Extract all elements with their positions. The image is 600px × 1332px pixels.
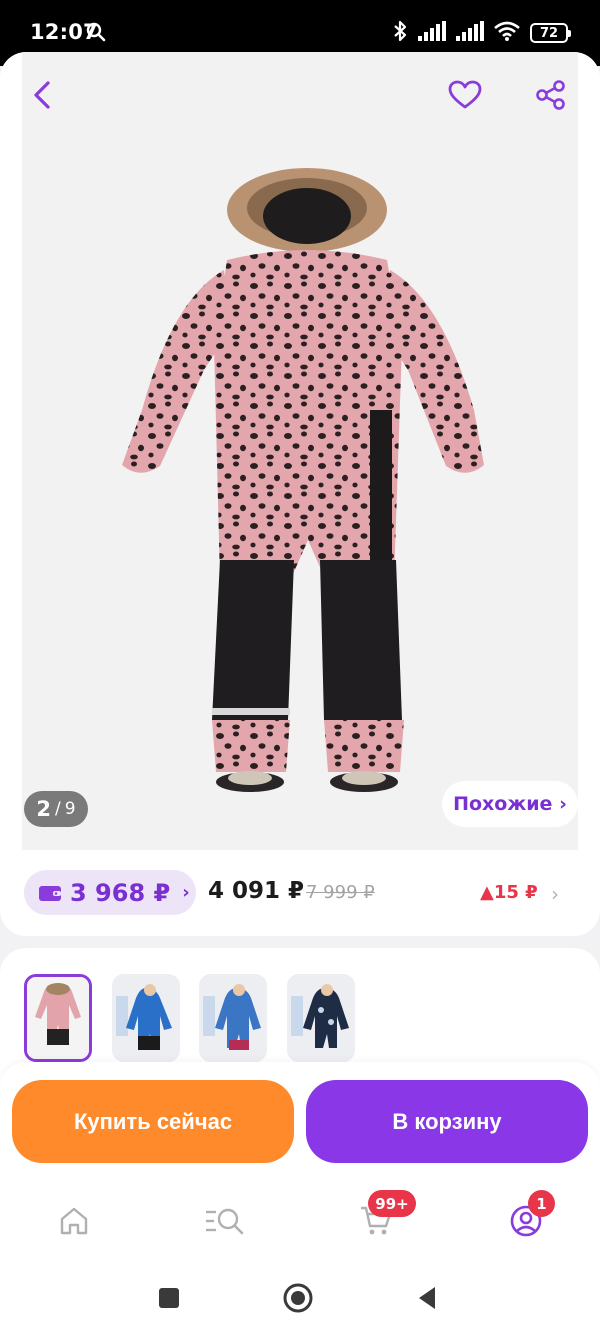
triangle-back-icon xyxy=(419,1287,435,1309)
battery-icon: 72 xyxy=(530,23,571,43)
page-current: 2 xyxy=(36,797,52,821)
image-page-indicator: 2 / 9 xyxy=(24,791,88,827)
back-system-button[interactable] xyxy=(404,1280,450,1316)
price-details-chevron-icon[interactable]: › xyxy=(551,882,559,906)
page-separator: / xyxy=(55,799,61,819)
profile-badge: 1 xyxy=(528,1190,555,1217)
signal-icon xyxy=(418,21,446,45)
thumbnail-1[interactable] xyxy=(24,974,92,1062)
home-system-button[interactable] xyxy=(275,1280,321,1316)
action-area: Купить сейчас В корзину xyxy=(0,1062,600,1184)
share-icon xyxy=(536,80,565,110)
similar-products-button[interactable]: Похожие › xyxy=(442,781,578,827)
home-icon xyxy=(60,1207,88,1235)
signal-icon-2 xyxy=(456,21,484,45)
price-row: 3 968 ₽ › 4 091 ₽ 7 999 ₽ ▲15 ₽ › xyxy=(0,870,600,916)
top-bar xyxy=(0,52,600,138)
wifi-icon xyxy=(494,21,520,45)
back-button[interactable] xyxy=(20,72,66,118)
page-total: 9 xyxy=(64,799,76,819)
old-price: 7 999 ₽ xyxy=(306,882,375,903)
heart-icon xyxy=(448,80,482,109)
thumbnail-4-image xyxy=(287,974,355,1062)
product-photo xyxy=(122,168,484,792)
thumbnail-2[interactable] xyxy=(112,974,180,1062)
tab-profile[interactable]: 1 xyxy=(496,1190,556,1246)
thumbnail-3[interactable] xyxy=(199,974,267,1062)
cart-badge: 99+ xyxy=(368,1190,416,1217)
product-card: 2 / 9 Похожие › xyxy=(0,52,600,936)
status-icons: 72 xyxy=(392,19,571,47)
thumbnail-4[interactable] xyxy=(287,974,355,1062)
screen: 12:07 72 2 / 9 Похожие › 3 968 ₽ › 4 091… xyxy=(0,0,600,1332)
regular-price: 4 091 ₽ xyxy=(208,878,305,904)
thumbnail-3-image xyxy=(199,974,267,1062)
wallet-chevron-icon: › xyxy=(182,882,190,903)
wallet-price-button[interactable]: 3 968 ₽ › xyxy=(24,870,196,915)
back-arrow-icon xyxy=(34,81,50,109)
add-to-cart-button[interactable]: В корзину xyxy=(306,1080,588,1163)
square-icon xyxy=(159,1288,179,1308)
buy-now-button[interactable]: Купить сейчас xyxy=(12,1080,294,1163)
tab-catalog[interactable] xyxy=(195,1196,255,1246)
bluetooth-icon xyxy=(392,19,408,47)
similar-label: Похожие › xyxy=(453,793,567,815)
catalog-search-icon xyxy=(206,1208,244,1235)
thumbnail-1-image xyxy=(27,977,89,1059)
wallet-price: 3 968 ₽ xyxy=(70,878,171,907)
circle-icon xyxy=(283,1283,313,1313)
favorite-button[interactable] xyxy=(442,72,488,118)
search-icon xyxy=(86,22,106,46)
share-button[interactable] xyxy=(528,72,574,118)
tab-bar: 99+ 1 xyxy=(0,1184,600,1264)
tab-cart[interactable]: 99+ xyxy=(346,1190,416,1246)
system-navigation xyxy=(0,1264,600,1332)
price-delta: ▲15 ₽ xyxy=(480,882,538,903)
recent-apps-button[interactable] xyxy=(146,1280,192,1316)
thumbnail-2-image xyxy=(112,974,180,1062)
wallet-icon xyxy=(39,885,61,901)
tab-home[interactable] xyxy=(44,1196,104,1246)
